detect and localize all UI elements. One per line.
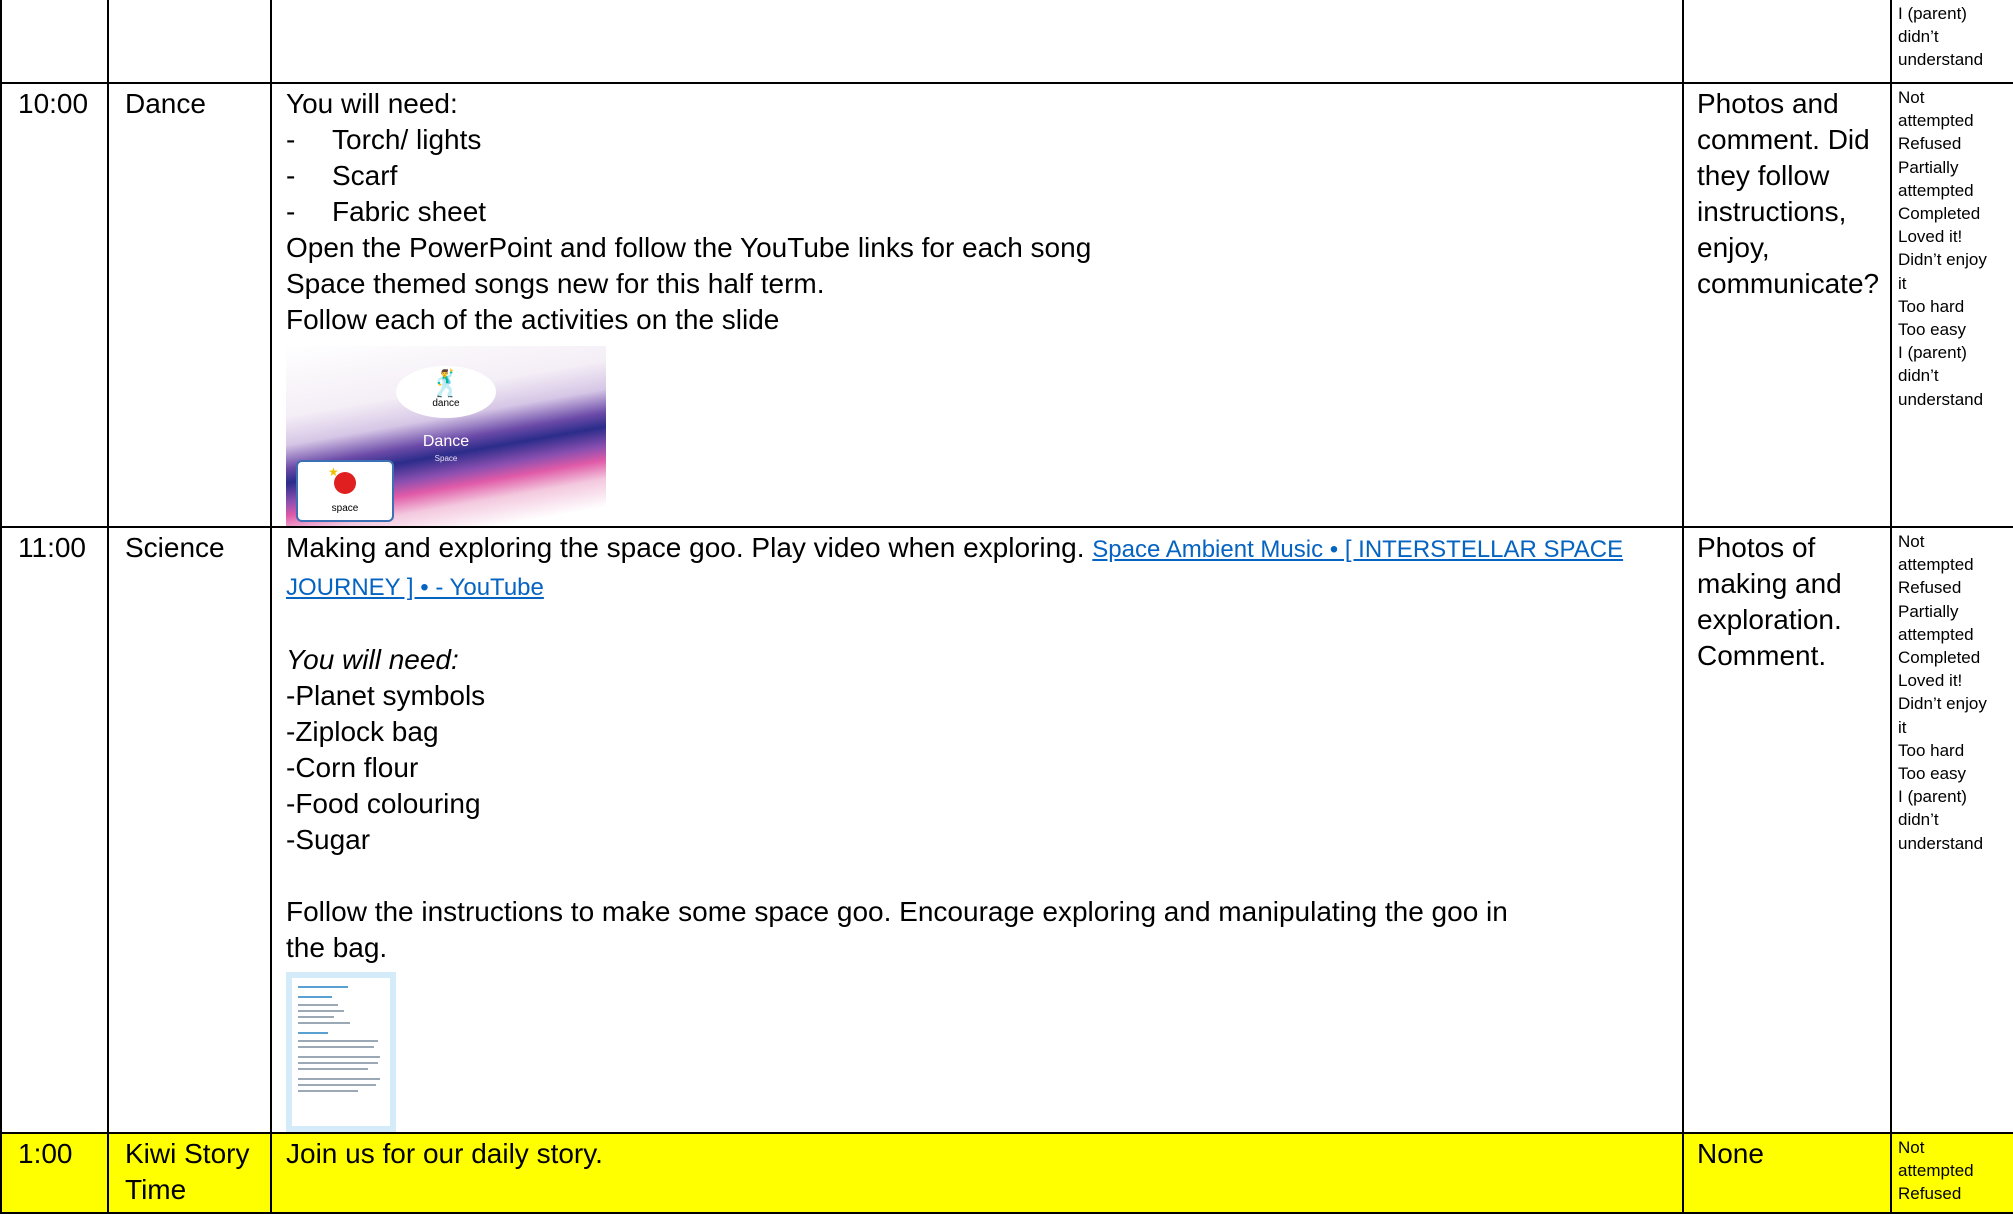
response-option[interactable]: Not [1898, 530, 2013, 553]
table-row: 1:00 Kiwi Story Time Join us for our dai… [0, 1132, 2013, 1214]
response-options-cell: Not attempted Refused Partially attempte… [1890, 82, 2013, 528]
dancers-icon: 🕺 [429, 368, 463, 398]
response-option[interactable]: Partially [1898, 600, 2013, 623]
response-option[interactable]: Too easy [1898, 762, 2013, 785]
list-item: -Food colouring [286, 788, 481, 819]
instruction-line: Follow the instructions to make some spa… [286, 896, 1508, 963]
response-option[interactable]: I (parent) [1898, 785, 2013, 808]
response-option[interactable]: Partially [1898, 156, 2013, 179]
response-option[interactable]: I (parent) [1898, 2, 2013, 25]
response-option[interactable]: attempted [1898, 179, 2013, 202]
activity-description: Making and exploring the space goo. Play… [286, 532, 1624, 601]
response-option[interactable]: didn’t [1898, 808, 2013, 831]
response-option[interactable]: Refused [1898, 1182, 2013, 1205]
dance-symbol: 🕺 dance [396, 366, 496, 418]
list-item: - Torch/ lights [286, 124, 482, 155]
table-row: I (parent) didn’t understand [0, 0, 2013, 84]
list-item: - Fabric sheet [286, 196, 487, 227]
response-option[interactable]: it [1898, 272, 2013, 295]
time-cell: 10:00 [0, 82, 109, 528]
evidence-cell [1682, 0, 1892, 84]
subject-cell [107, 0, 272, 84]
needs-heading: You will need: [286, 644, 459, 675]
list-item: - Scarf [286, 160, 398, 191]
table-row: 10:00 Dance You will need: - Torch/ light… [0, 82, 2013, 528]
response-option[interactable]: Refused [1898, 132, 2013, 155]
response-option[interactable]: Completed [1898, 202, 2013, 225]
response-option[interactable]: attempted [1898, 623, 2013, 646]
time-cell: 11:00 [0, 526, 109, 1134]
list-item: -Ziplock bag [286, 716, 439, 747]
response-option[interactable]: I (parent) [1898, 341, 2013, 364]
evidence-cell: Photos and comment. Did they follow inst… [1682, 82, 1892, 528]
dance-slide-thumbnail[interactable]: 🕺 dance Dance Space ★ space [286, 346, 606, 526]
response-option[interactable]: Not [1898, 86, 2013, 109]
activity-cell: Join us for our daily story. [270, 1132, 1684, 1214]
response-option[interactable]: Too hard [1898, 739, 2013, 762]
list-item: -Corn flour [286, 752, 419, 783]
subject-cell: Kiwi Story Time [107, 1132, 272, 1214]
response-option[interactable]: attempted [1898, 109, 2013, 132]
evidence-cell: Photos of making and exploration. Commen… [1682, 526, 1892, 1134]
response-option[interactable]: Refused [1898, 576, 2013, 599]
response-option[interactable]: attempted [1898, 1159, 2013, 1182]
subject-cell: Dance [107, 82, 272, 528]
table-row: 11:00 Science Making and exploring the s… [0, 526, 2013, 1134]
response-option[interactable]: it [1898, 716, 2013, 739]
response-option[interactable]: understand [1898, 388, 2013, 411]
time-cell [0, 0, 109, 84]
evidence-cell: None [1682, 1132, 1892, 1214]
response-option[interactable]: Too hard [1898, 295, 2013, 318]
list-item: -Planet symbols [286, 680, 486, 711]
subject-cell: Science [107, 526, 272, 1134]
response-options-cell: I (parent) didn’t understand [1890, 0, 2013, 84]
response-option[interactable]: Didn’t enjoy [1898, 248, 2013, 271]
response-option[interactable]: Too easy [1898, 318, 2013, 341]
response-option[interactable]: Didn’t enjoy [1898, 692, 2013, 715]
star-icon: ★ [328, 465, 339, 479]
response-options-cell: Not attempted Refused Partially attempte… [1890, 526, 2013, 1134]
response-option[interactable]: Completed [1898, 646, 2013, 669]
slide-title: Dance [422, 433, 470, 450]
recipe-document-thumbnail[interactable] [286, 972, 396, 1132]
space-symbol-card: ★ space [296, 460, 394, 522]
response-option[interactable]: didn’t [1898, 364, 2013, 387]
activity-cell: Making and exploring the space goo. Play… [270, 526, 1684, 1134]
timetable: I (parent) didn’t understand 10:00 Dance… [0, 0, 2013, 1214]
activity-cell: You will need: - Torch/ lights - Scarf - Fa… [270, 82, 1684, 528]
response-option[interactable]: Loved it! [1898, 669, 2013, 692]
activity-cell [270, 0, 1684, 84]
instruction-line: Open the PowerPoint and follow the YouTu… [286, 232, 1092, 263]
response-option[interactable]: understand [1898, 48, 2013, 71]
instruction-line: Space themed songs new for this half ter… [286, 268, 825, 299]
response-option[interactable]: Not [1898, 1136, 2013, 1159]
instruction-line: Follow each of the activities on the sli… [286, 304, 780, 335]
response-option[interactable]: didn’t [1898, 25, 2013, 48]
needs-heading: You will need: [286, 88, 458, 119]
response-option[interactable]: Loved it! [1898, 225, 2013, 248]
response-option[interactable]: attempted [1898, 553, 2013, 576]
response-options-cell: Not attempted Refused [1890, 1132, 2013, 1214]
time-cell: 1:00 [0, 1132, 109, 1214]
response-option[interactable]: understand [1898, 832, 2013, 855]
list-item: -Sugar [286, 824, 371, 855]
